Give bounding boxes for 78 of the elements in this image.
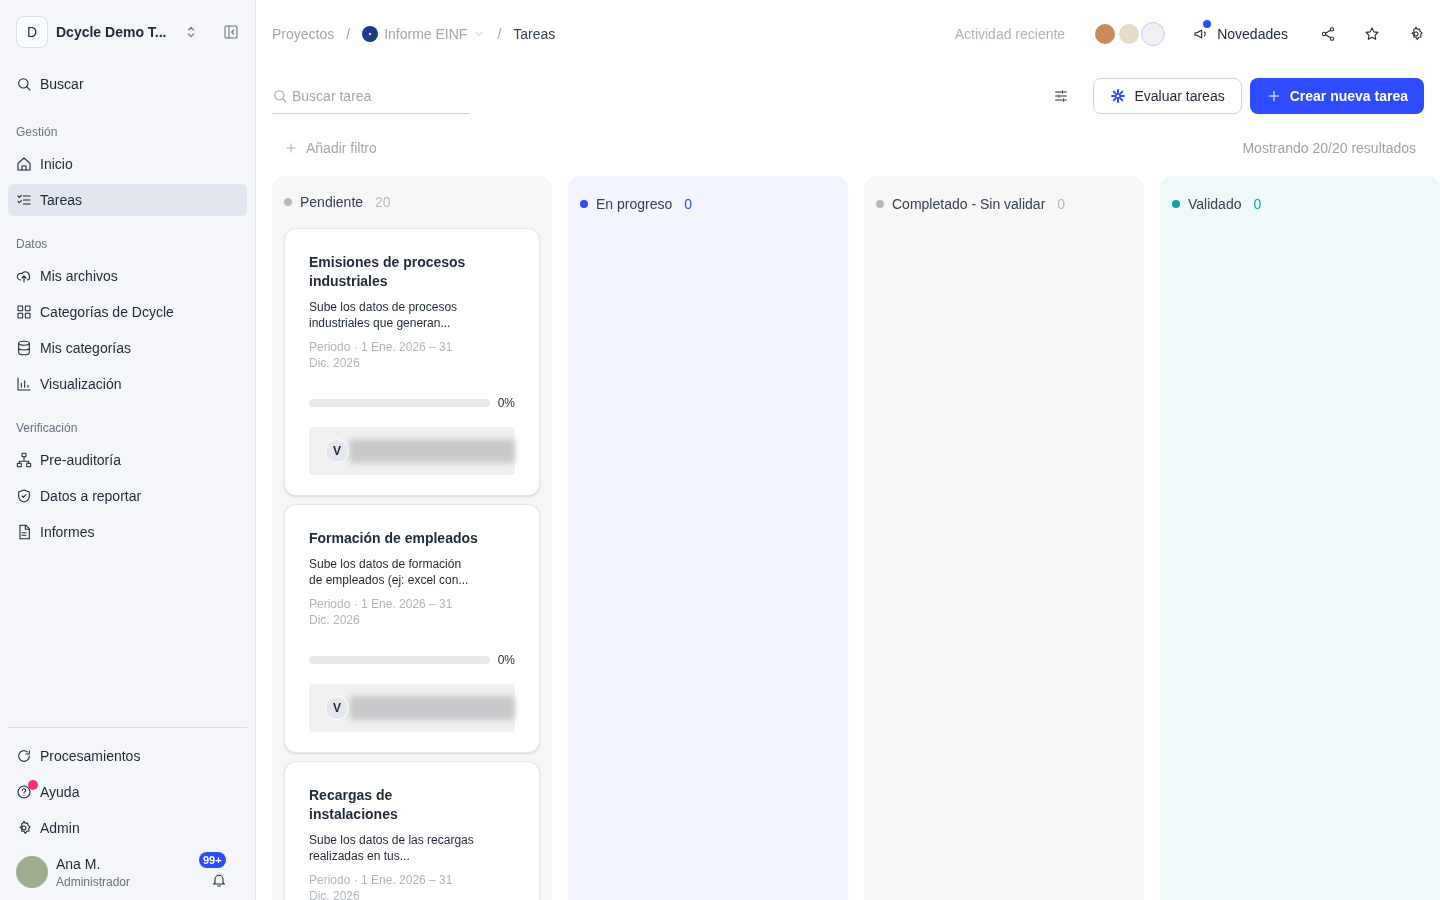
task-card[interactable]: Emisiones de procesos industriales Sube los datos de procesos industriales que generan... Periodo · 1 Ene. 2026 – 31 Dic. 2026 0% V: [284, 228, 540, 496]
assignee-avatar: V: [325, 439, 349, 463]
bar-chart-icon: [16, 376, 32, 392]
sparkle-icon: [1110, 88, 1127, 104]
breadcrumb-separator: /: [497, 25, 502, 44]
home-icon: [16, 156, 32, 172]
settings-icon: [1408, 26, 1424, 42]
results-count: Mostrando 20/20 resultados: [1242, 139, 1416, 158]
nav-item[interactable]: Admin: [8, 812, 247, 844]
search-item[interactable]: Buscar: [8, 68, 247, 100]
nav-item[interactable]: Pre-auditoría: [8, 444, 247, 476]
progress-percent: 0%: [497, 395, 515, 411]
star-icon: [1364, 26, 1380, 42]
nav-item[interactable]: Categorías de Dcycle: [8, 296, 247, 328]
sidebar-collapse-icon: [223, 24, 239, 40]
nav-item[interactable]: Ayuda: [8, 776, 247, 808]
workspace-name[interactable]: Dcycle Demo T...: [56, 22, 175, 42]
nav-item[interactable]: Informes: [8, 516, 247, 548]
card-description: Sube los datos de formación de empleados (ej: excel con...: [309, 556, 470, 588]
column-count: 20: [375, 193, 391, 212]
help-icon: [16, 784, 32, 800]
breadcrumb-separator: /: [346, 25, 351, 44]
avatar[interactable]: [1141, 22, 1166, 46]
card-description: Sube los datos de procesos industriales que generan...: [309, 299, 459, 331]
column-title: Completado - Sin validar: [892, 195, 1046, 214]
card-title: Recargas de instalaciones: [309, 786, 399, 824]
section-title: Verificación: [15, 420, 79, 436]
breadcrumb-link[interactable]: Tareas: [513, 24, 556, 44]
nav-item[interactable]: Procesamientos: [8, 740, 247, 772]
plus-icon: [284, 141, 298, 155]
column-title: Pendiente: [300, 193, 364, 212]
nav-item[interactable]: Mis categorías: [8, 332, 247, 364]
search-icon: [272, 88, 288, 104]
nav-item[interactable]: Visualización: [8, 368, 247, 400]
shield-check-icon: [16, 488, 32, 504]
refresh-icon: [16, 748, 32, 764]
filter-sliders-icon: [1053, 88, 1070, 104]
user-avatar[interactable]: [16, 856, 48, 888]
bell-icon: [211, 872, 227, 888]
card-description: Sube los datos de las recargas realizadas en tus...: [309, 832, 474, 864]
document-icon: [16, 524, 32, 540]
column-count: 0: [684, 195, 693, 214]
evaluate-button[interactable]: Evaluar tareas: [1093, 78, 1242, 114]
search-icon: [16, 76, 32, 92]
assignee-avatar: V: [325, 696, 349, 720]
card-title: Emisiones de procesos industriales: [309, 253, 467, 291]
database-icon: [16, 340, 32, 356]
create-task-button[interactable]: Crear nueva tarea: [1249, 78, 1424, 114]
card-period: Periodo · 1 Ene. 2026 – 31 Dic. 2026: [309, 596, 454, 628]
search-field[interactable]: Buscar tarea: [272, 78, 470, 114]
task-card[interactable]: Recargas de instalaciones Sube los datos de las recargas realizadas en tus... Periodo · 1 Ene. 2026 – 31 Dic. 2026: [284, 761, 540, 900]
card-period: Periodo · 1 Ene. 2026 – 31 Dic. 2026: [309, 872, 454, 900]
hierarchy-icon: [16, 452, 32, 468]
column-count: 0: [1057, 195, 1066, 214]
user-role: Administrador: [56, 874, 132, 890]
nav-item[interactable]: Mis archivos: [8, 260, 247, 292]
section-title: Datos: [15, 236, 49, 252]
share-icon: [1320, 26, 1336, 42]
nav-item[interactable]: Datos a reportar: [8, 480, 247, 512]
project-logo-icon: [362, 26, 379, 42]
nav-item[interactable]: Tareas: [8, 184, 247, 216]
card-title: Formación de empleados: [309, 529, 479, 548]
checklist-icon: [16, 192, 32, 208]
workspace-avatar[interactable]: D: [16, 16, 48, 48]
cloud-upload-icon: [16, 268, 32, 284]
column-title: Validado: [1188, 195, 1242, 214]
column-title: En progreso: [596, 195, 673, 214]
news-button[interactable]: Novedades: [1193, 24, 1288, 44]
settings-icon: [16, 820, 32, 836]
column-count: 0: [1253, 195, 1262, 214]
section-title: Gestión: [15, 124, 59, 140]
task-card[interactable]: Formación de empleados Sube los datos de formación de empleados (ej: excel con... Periodo · 1 Ene. 2026 – 31 Dic. 2026 0% V: [284, 504, 540, 753]
nav-item[interactable]: Inicio: [8, 148, 247, 180]
progress-percent: 0%: [497, 652, 515, 668]
card-period: Periodo · 1 Ene. 2026 – 31 Dic. 2026: [309, 339, 454, 371]
grid-icon: [16, 304, 32, 320]
user-name: Ana M.: [56, 855, 102, 874]
notification-badge: 99+: [199, 852, 226, 868]
